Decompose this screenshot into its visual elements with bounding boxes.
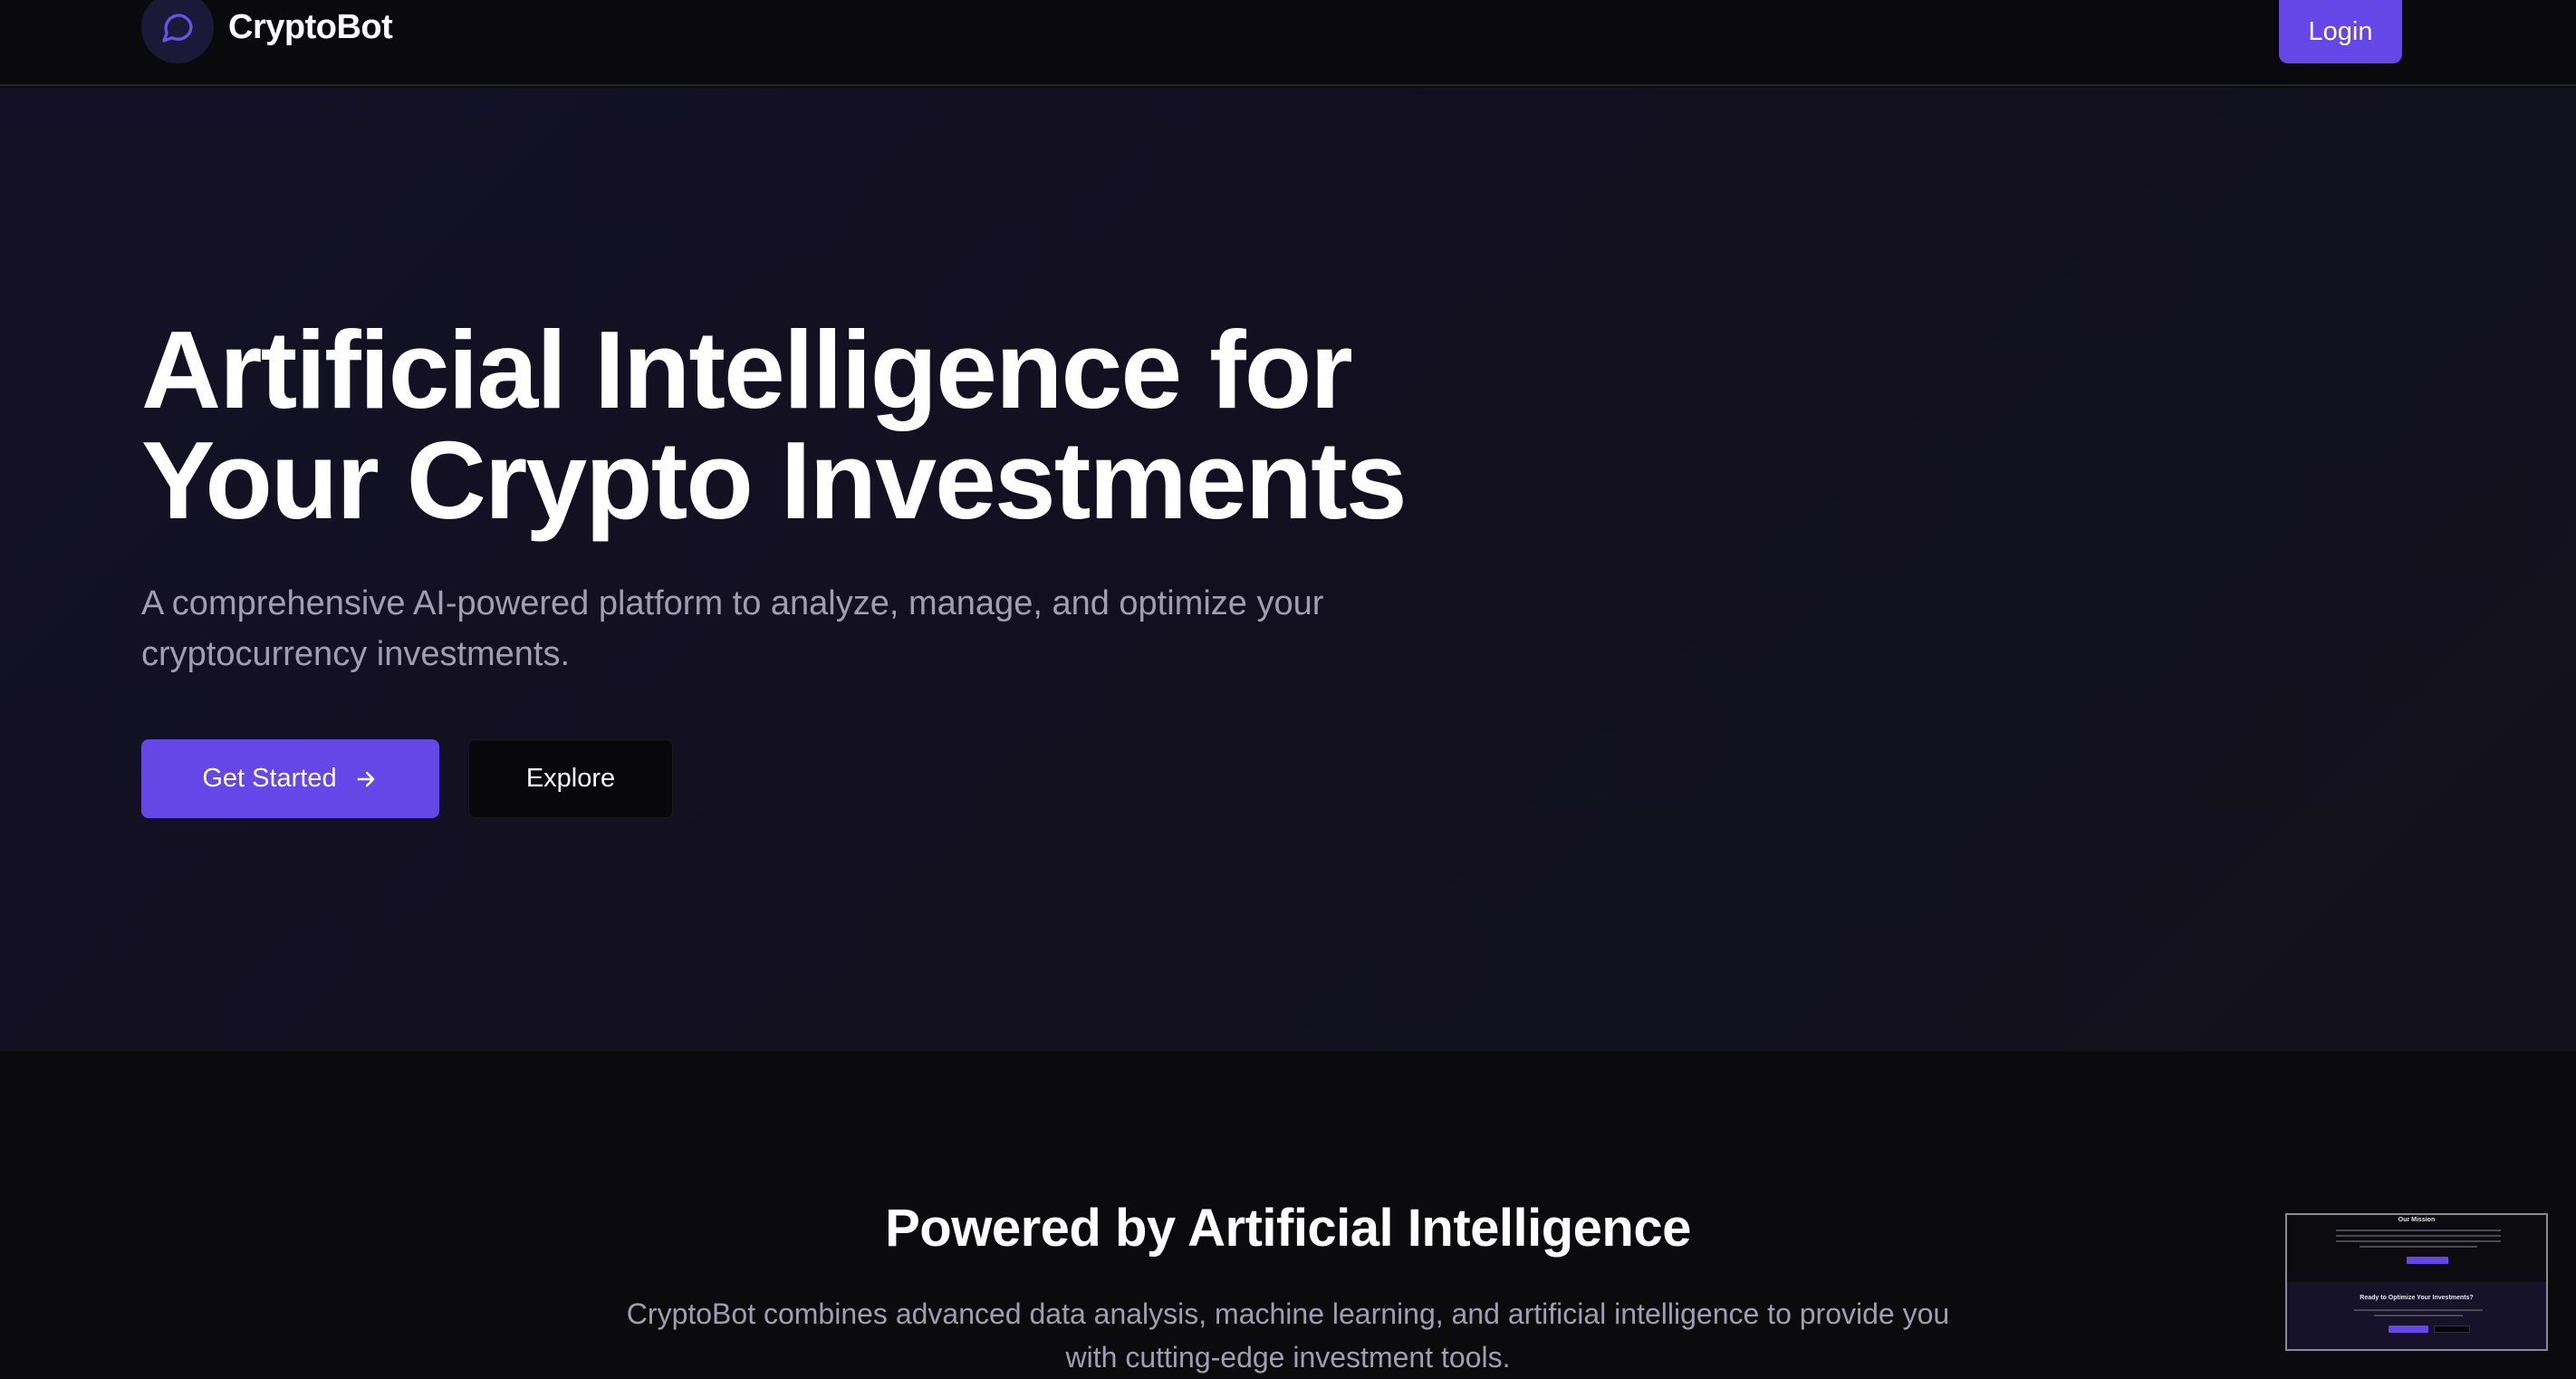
minimap-cta-title: Ready to Optimize Your Investments? [2360, 1295, 2474, 1301]
ai-section: Powered by Artificial Intelligence Crypt… [0, 1051, 2576, 1379]
hero-section: Artificial Intelligence for Your Crypto … [0, 88, 2576, 1051]
hero-title: Artificial Intelligence for Your Crypto … [141, 314, 1500, 535]
minimap-text-line [2374, 1315, 2463, 1316]
minimap-text-line [2336, 1230, 2501, 1231]
ai-description-line1: CryptoBot combines advanced data analysi… [626, 1297, 1950, 1330]
ai-section-description: CryptoBot combines advanced data analysi… [563, 1292, 2013, 1379]
ai-section-title: Powered by Artificial Intelligence [885, 1199, 1691, 1258]
hero-title-line2: Your Crypto Investments [141, 419, 1408, 542]
site-header: CryptoBot Login [0, 0, 2576, 86]
minimap-button [2389, 1326, 2428, 1333]
minimap-button [2434, 1326, 2470, 1333]
brand-name: CryptoBot [228, 7, 393, 46]
hero-subtitle-line2: cryptocurrency investments. [141, 635, 571, 673]
minimap-button [2407, 1257, 2448, 1264]
minimap-text-line [2354, 1309, 2483, 1311]
minimap-mission-section: Our Mission [2287, 1215, 2546, 1282]
hero-title-line1: Artificial Intelligence for [141, 308, 1353, 431]
minimap-text-line [2360, 1246, 2477, 1248]
page-minimap[interactable]: Our Mission Ready to Optimize Your Inves… [2285, 1213, 2548, 1351]
get-started-button[interactable]: Get Started [141, 739, 439, 818]
arrow-right-icon [357, 771, 375, 786]
minimap-cta-section: Ready to Optimize Your Investments? [2287, 1282, 2546, 1349]
chat-bubble-icon [141, 0, 214, 63]
brand[interactable]: CryptoBot [141, 0, 393, 65]
minimap-mission-title: Our Mission [2398, 1217, 2436, 1223]
get-started-label: Get Started [202, 764, 337, 793]
minimap-text-line [2336, 1240, 2501, 1242]
ai-description-line2: with cutting-edge investment tools. [1065, 1341, 1511, 1374]
explore-button[interactable]: Explore [468, 739, 673, 818]
login-button[interactable]: Login [2279, 0, 2402, 63]
minimap-text-line [2336, 1235, 2501, 1237]
hero-subtitle: A comprehensive AI-powered platform to a… [141, 578, 1427, 680]
hero-subtitle-line1: A comprehensive AI-powered platform to a… [141, 584, 1324, 622]
